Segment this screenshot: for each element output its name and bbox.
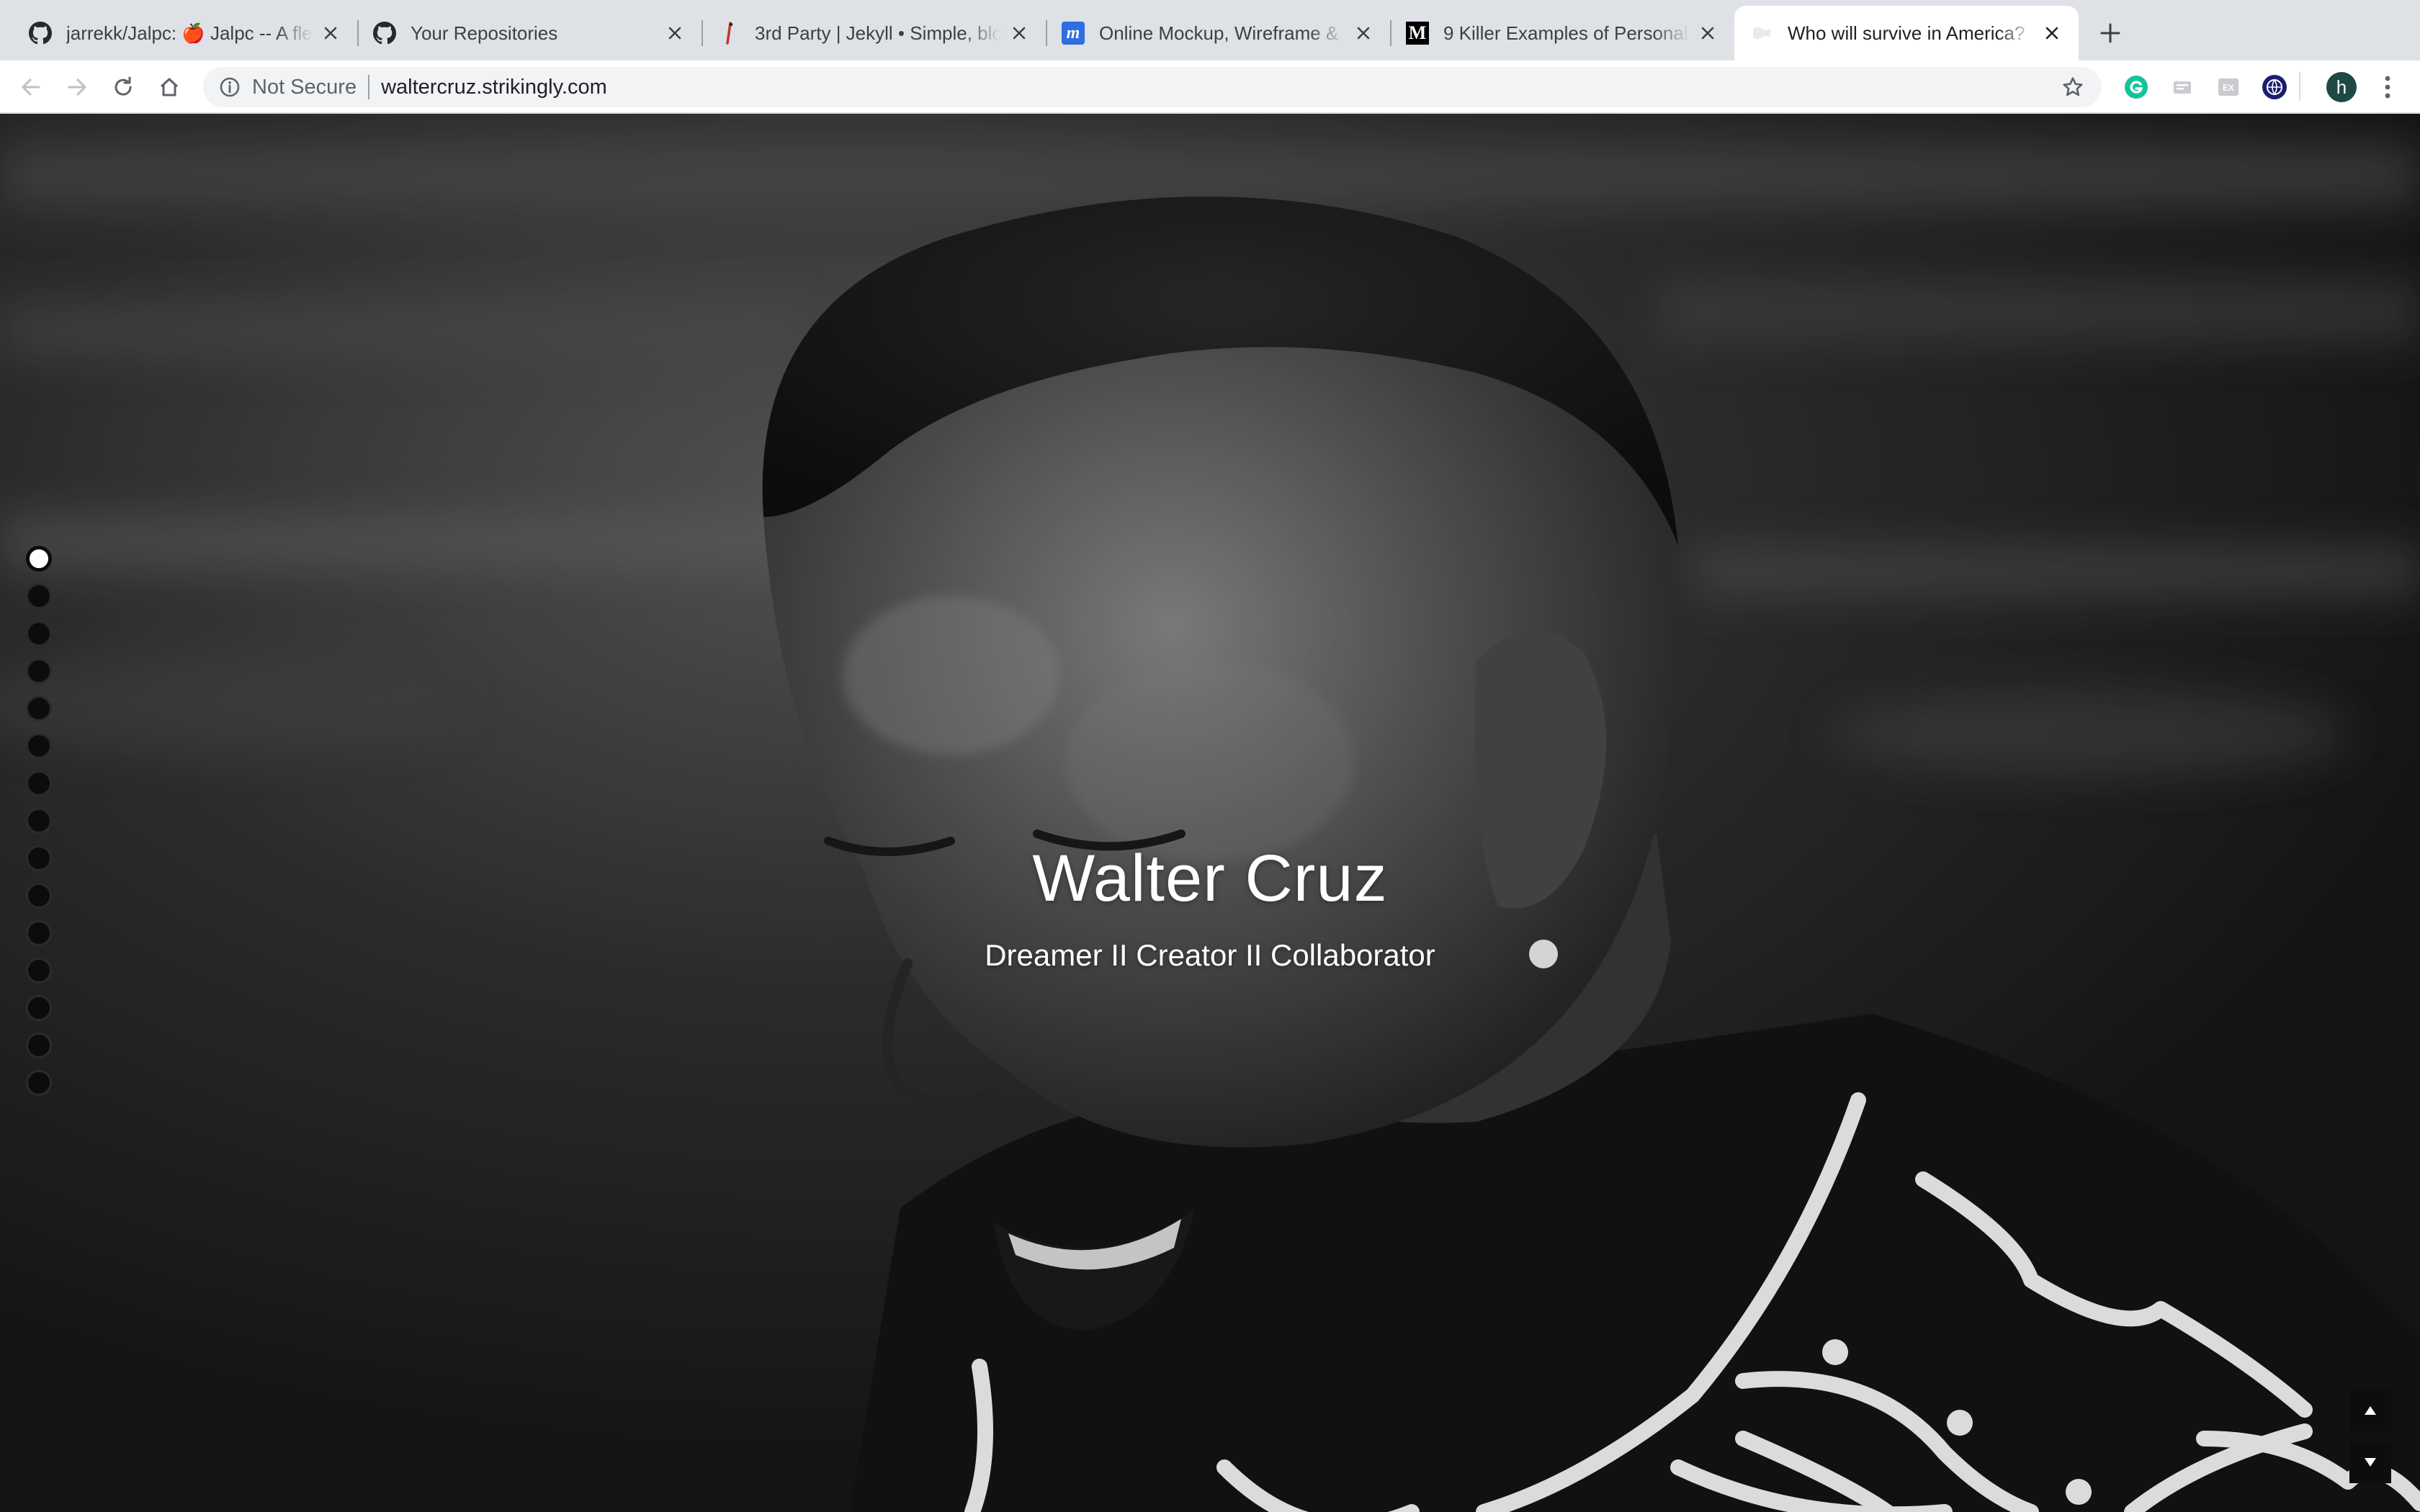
grammarly-extension-icon[interactable] [2123,73,2150,101]
section-dot[interactable] [26,696,52,721]
scroll-up-button[interactable] [2349,1390,2391,1431]
hero-subtitle: Dreamer II Creator II Collaborator [985,938,1435,972]
tab-strip: jarrekk/Jalpc: 🍎 Jalpc -- A flexible You… [0,0,2420,60]
moqups-icon: m [1062,22,1085,45]
section-nav-dots [26,546,52,1096]
section-dot[interactable] [26,1070,52,1096]
close-tab-icon[interactable] [1697,22,1718,44]
profile-avatar[interactable]: h [2326,72,2357,102]
section-dot[interactable] [26,995,52,1021]
security-status: Not Secure [252,75,357,99]
hero-text-block: Walter Cruz Dreamer II Creator II Collab… [0,841,2420,973]
hero-background-image [0,114,2420,1512]
github-icon [373,22,396,45]
close-tab-icon[interactable] [2041,22,2063,44]
section-dot[interactable] [26,583,52,609]
section-dot[interactable] [26,621,52,647]
medium-icon: M [1406,22,1429,45]
browser-toolbar: Not Secure waltercruz.strikingly.com [0,60,2420,114]
omnibox-divider [368,75,370,99]
tab-jekyll-3rd-party[interactable]: 3rd Party | Jekyll • Simple, blog-aware [702,6,1046,60]
section-dot-active[interactable] [26,546,52,572]
tab-title: Online Mockup, Wireframe & UI [1099,22,1345,44]
url-text[interactable]: waltercruz.strikingly.com [381,76,2057,99]
tab-title: jarrekk/Jalpc: 🍎 Jalpc -- A flexible [66,22,313,44]
arrow-right-icon [68,78,86,96]
hero-section: Walter Cruz Dreamer II Creator II Collab… [0,114,2420,1512]
section-dot[interactable] [26,733,52,759]
section-dot[interactable] [26,770,52,796]
translate-extension-icon[interactable] [2261,73,2288,101]
tab-your-repositories[interactable]: Your Repositories [357,6,702,60]
section-dot[interactable] [26,1032,52,1058]
toolbar-divider [2299,72,2300,101]
reload-icon [115,76,132,96]
section-dot[interactable] [26,808,52,834]
close-tab-icon[interactable] [320,22,341,44]
tab-moqups[interactable]: m Online Mockup, Wireframe & UI [1046,6,1390,60]
home-icon [160,78,179,96]
hero-title: Walter Cruz [1032,842,1388,915]
back-button[interactable] [13,69,49,105]
tab-title: 9 Killer Examples of Personal Brand [1443,22,1690,44]
address-bar[interactable]: Not Secure waltercruz.strikingly.com [203,67,2102,107]
tab-title: Your Repositories [411,22,558,44]
arrow-left-icon [22,78,40,96]
home-button[interactable] [151,69,187,105]
close-tab-icon[interactable] [664,22,686,44]
github-icon [29,22,52,45]
bookmark-star-icon[interactable] [2057,71,2089,103]
triangle-down-icon [2365,1458,2376,1467]
close-tab-icon[interactable] [1008,22,1030,44]
plus-icon [2100,23,2120,43]
tab-title: 3rd Party | Jekyll • Simple, blog-aware [755,22,1001,44]
tab-medium-personal-brand[interactable]: M 9 Killer Examples of Personal Brand [1390,6,1734,60]
section-dot[interactable] [26,658,52,684]
menu-kebab-icon[interactable] [2377,71,2398,104]
reload-button[interactable] [105,69,141,105]
blank-page-icon [1750,22,1773,45]
info-icon[interactable] [218,75,242,99]
tab-jalpc[interactable]: jarrekk/Jalpc: 🍎 Jalpc -- A flexible [13,6,357,60]
svg-text:EX: EX [2223,83,2234,93]
jekyll-icon [717,22,740,45]
triangle-up-icon [2365,1406,2376,1415]
tab-title: Who will survive in America? [1788,22,2025,44]
new-tab-button[interactable] [2089,12,2132,55]
scroll-down-button[interactable] [2349,1441,2391,1483]
forward-button[interactable] [59,69,95,105]
ext-extension-icon[interactable]: EX [2215,73,2242,101]
reader-extension-icon[interactable] [2169,73,2196,101]
close-tab-icon[interactable] [1353,22,1374,44]
tab-who-will-survive[interactable]: Who will survive in America? [1734,6,2079,60]
